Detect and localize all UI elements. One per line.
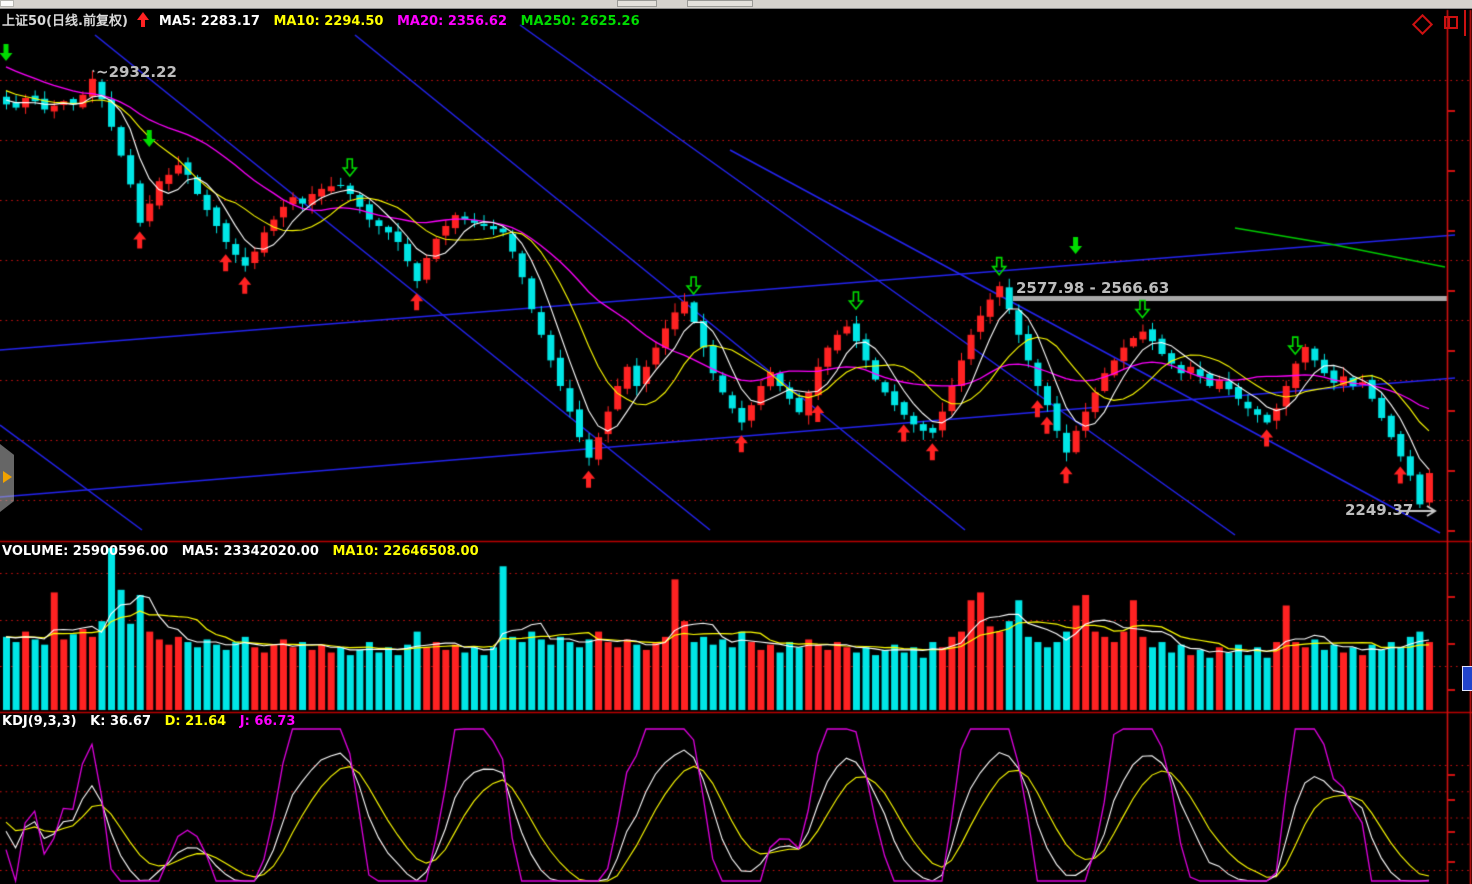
kdj-k-value: K: 36.67 [90, 714, 151, 729]
ma10-legend: MA10: 2294.50 [273, 14, 383, 29]
expand-arrow-icon [3, 471, 12, 483]
volume-ma5: MA5: 23342020.00 [182, 544, 319, 559]
ma20-legend: MA20: 2356.62 [397, 14, 507, 29]
kdj-name: KDJ(9,3,3) [2, 714, 77, 729]
expand-handle[interactable] [0, 444, 14, 512]
kdj-d-value: D: 21.64 [165, 714, 227, 729]
volume-value: VOLUME: 25900596.00 [2, 544, 168, 559]
ma250-legend: MA250: 2625.26 [521, 14, 640, 29]
top-scrollbar-strip[interactable] [0, 0, 1472, 9]
kdj-header: KDJ(9,3,3) K: 36.67 D: 21.64 J: 66.73 [2, 714, 304, 729]
right-scroll-thumb[interactable] [1462, 666, 1472, 691]
main-chart-header: 上证50(日线.前复权) MA5: 2283.17 MA10: 2294.50 M… [2, 10, 649, 29]
last-low-label: 2249.37 [1345, 501, 1413, 519]
gap-range-label: 2577.98 - 2566.63 [1016, 279, 1169, 297]
volume-ma10: MA10: 22646508.00 [332, 544, 478, 559]
right-border-mark [1464, 10, 1466, 36]
kdj-j-value: J: 66.73 [240, 714, 296, 729]
window-icon[interactable] [1444, 16, 1458, 29]
scrollbar-segment [617, 0, 657, 7]
symbol-title: 上证50(日线.前复权) [2, 14, 128, 29]
peak-price-label: ~2932.22 [96, 63, 177, 81]
chart-canvas[interactable] [0, 0, 1472, 884]
scrollbar-segment [687, 0, 753, 7]
ma5-legend: MA5: 2283.17 [159, 14, 260, 29]
up-arrow-icon [137, 12, 150, 27]
volume-header: VOLUME: 25900596.00 MA5: 23342020.00 MA1… [2, 544, 488, 559]
stock-chart-window: 上证50(日线.前复权) MA5: 2283.17 MA10: 2294.50 M… [0, 0, 1472, 884]
scrollbar-left-cap [0, 0, 14, 7]
